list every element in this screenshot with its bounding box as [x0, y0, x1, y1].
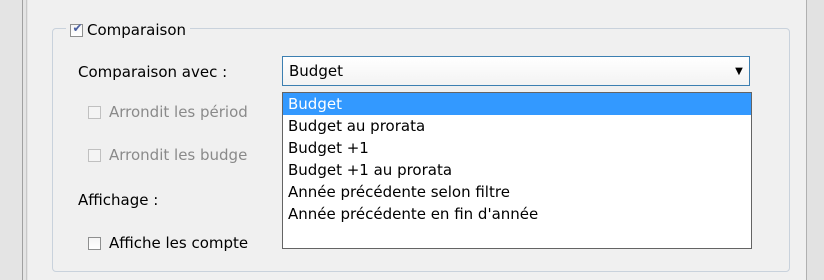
right-panel-edge: [806, 0, 824, 280]
right-border-line: [806, 0, 807, 280]
dropdown-option[interactable]: Budget +1: [283, 137, 751, 159]
display-label: Affichage :: [78, 191, 159, 209]
round-periods-label: Arrondit les périod: [109, 103, 248, 121]
compare-with-dropdown-list[interactable]: Budget Budget au prorata Budget +1 Budge…: [282, 92, 752, 249]
left-border-line: [22, 0, 23, 280]
dropdown-option[interactable]: Budget: [283, 93, 751, 115]
round-budgets-label: Arrondit les budge: [109, 146, 248, 164]
round-budgets-row: Arrondit les budge: [88, 144, 247, 166]
show-accounts-checkbox[interactable]: [88, 236, 101, 250]
comparison-checkbox-row[interactable]: ✔ Comparaison: [66, 19, 191, 41]
round-periods-checkbox: [88, 105, 101, 119]
round-periods-row: Arrondit les périod: [88, 101, 248, 123]
dropdown-option[interactable]: Année précédente selon filtre: [283, 181, 751, 203]
compare-with-select[interactable]: Budget ▼: [282, 56, 750, 86]
dropdown-option[interactable]: Année précédente en fin d'année: [283, 203, 751, 225]
comparison-checkbox[interactable]: ✔: [70, 20, 83, 37]
comparison-checkbox-label[interactable]: Comparaison: [87, 21, 186, 39]
chevron-down-icon[interactable]: ▼: [729, 57, 749, 85]
compare-with-select-value: Budget: [289, 62, 343, 80]
check-icon: ✔: [72, 20, 83, 35]
left-border-line-inner: [26, 0, 27, 280]
dropdown-option[interactable]: Budget au prorata: [283, 115, 751, 137]
show-accounts-row: Affiche les compte: [88, 232, 248, 254]
show-accounts-label[interactable]: Affiche les compte: [109, 234, 248, 252]
compare-with-label: Comparaison avec :: [78, 63, 228, 81]
round-budgets-checkbox: [88, 148, 101, 162]
compare-with-row: Comparaison avec :: [78, 61, 227, 83]
display-row: Affichage :: [78, 189, 158, 211]
left-panel-edge: [0, 0, 28, 280]
dropdown-option[interactable]: Budget +1 au prorata: [283, 159, 751, 181]
